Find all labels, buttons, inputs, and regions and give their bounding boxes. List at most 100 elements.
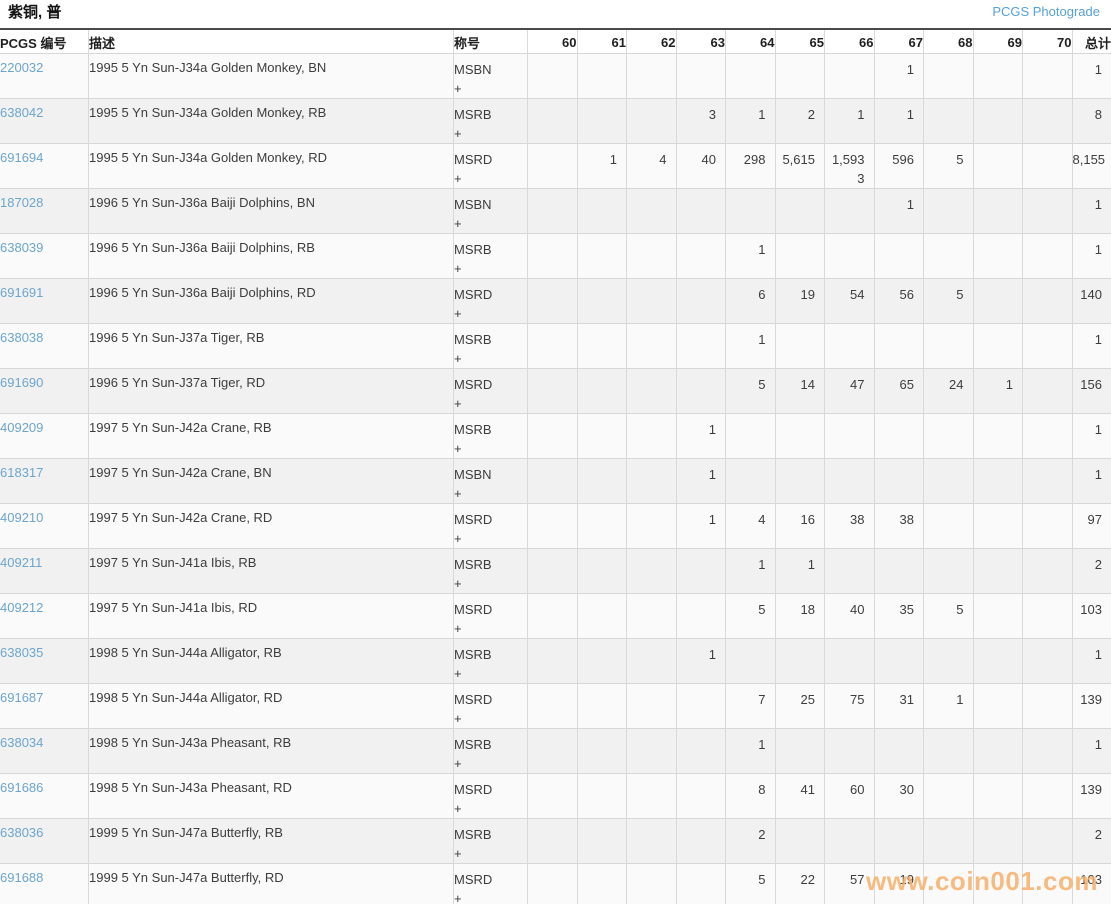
grade-63-count-cell — [676, 729, 726, 774]
designation-label: MSRD — [454, 780, 527, 799]
grade-67-count-cell — [874, 324, 924, 369]
pcgs-number-cell: 638042 — [0, 99, 89, 144]
designation-plus-label: + — [454, 394, 527, 413]
coin-description: 1998 5 Yn Sun-J44a Alligator, RD — [89, 684, 454, 729]
designation-label: MSRD — [454, 375, 527, 394]
pcgs-number-link[interactable]: 691686 — [0, 780, 43, 795]
table-row: 4092091997 5 Yn Sun-J42a Crane, RBMSRB+1… — [0, 414, 1111, 459]
grade-67-count-cell: 38 — [874, 504, 924, 549]
grade-69-count-cell — [973, 549, 1023, 594]
grade-70-count-cell — [1023, 504, 1073, 549]
total-count-cell: 2 — [1072, 549, 1111, 594]
grade-70-count-cell — [1023, 414, 1073, 459]
designation-cell: MSRB+ — [454, 414, 528, 459]
col-header-grade-61: 61 — [577, 29, 627, 54]
pcgs-number-link[interactable]: 409212 — [0, 600, 43, 615]
table-row: 4092111997 5 Yn Sun-J41a Ibis, RBMSRB+11… — [0, 549, 1111, 594]
pcgs-number-link[interactable]: 638039 — [0, 240, 43, 255]
grade-65-count-cell: 41 — [775, 774, 825, 819]
total-count-cell: 1 — [1072, 54, 1111, 99]
grade-60-count-cell — [528, 504, 578, 549]
grade-68-count-cell — [924, 639, 974, 684]
pcgs-number-cell: 638035 — [0, 639, 89, 684]
grade-62-count-cell — [627, 369, 677, 414]
coin-description: 1999 5 Yn Sun-J47a Butterfly, RD — [89, 864, 454, 904]
grade-64-count-cell: 8 — [726, 774, 776, 819]
pcgs-number-link[interactable]: 220032 — [0, 60, 43, 75]
grade-66-count-cell: 54 — [825, 279, 875, 324]
total-count-cell: 2 — [1072, 819, 1111, 864]
grade-65-count-cell: 2 — [775, 99, 825, 144]
grade-64-count-cell: 4 — [726, 504, 776, 549]
table-row: 4092121997 5 Yn Sun-J41a Ibis, RDMSRD+51… — [0, 594, 1111, 639]
designation-plus-label: + — [454, 799, 527, 818]
grade-60-count-cell — [528, 54, 578, 99]
pcgs-number-link[interactable]: 409210 — [0, 510, 43, 525]
grade-65-count-cell: 14 — [775, 369, 825, 414]
grade-66-count-cell — [825, 324, 875, 369]
grade-70-count-cell — [1023, 864, 1073, 904]
grade-63-count-cell: 40 — [676, 144, 726, 189]
grade-63-count-cell: 1 — [676, 459, 726, 504]
grade-65-count-cell: 25 — [775, 684, 825, 729]
table-row: 6916861998 5 Yn Sun-J43a Pheasant, RDMSR… — [0, 774, 1111, 819]
col-header-description: 描述 — [89, 29, 454, 54]
total-count-cell: 1 — [1072, 459, 1111, 504]
pcgs-number-cell: 638039 — [0, 234, 89, 279]
pcgs-number-link[interactable]: 187028 — [0, 195, 43, 210]
pcgs-number-cell: 638034 — [0, 729, 89, 774]
table-header-row: PCGS 编号描述称号6061626364656667686970总计 — [0, 29, 1111, 54]
grade-68-count-cell: 1 — [924, 684, 974, 729]
total-count-cell: 97 — [1072, 504, 1111, 549]
grade-65-count-cell — [775, 324, 825, 369]
col-header-grade-70: 70 — [1023, 29, 1073, 54]
grade-64-count-cell — [726, 639, 776, 684]
grade-61-count-cell — [577, 189, 627, 234]
designation-plus-label: + — [454, 709, 527, 728]
grade-61-count-cell — [577, 549, 627, 594]
grade-65-count-cell: 22 — [775, 864, 825, 904]
pcgs-number-link[interactable]: 638038 — [0, 330, 43, 345]
grade-67-count-cell: 56 — [874, 279, 924, 324]
grade-65-count-cell — [775, 414, 825, 459]
grade-68-count-cell: 5 — [924, 594, 974, 639]
grade-67-count-cell — [874, 414, 924, 459]
grade-69-count-cell — [973, 459, 1023, 504]
grade-66-count-cell — [825, 729, 875, 774]
pcgs-number-link[interactable]: 691691 — [0, 285, 43, 300]
photograde-link[interactable]: PCGS Photograde — [992, 4, 1100, 19]
designation-label: MSRB — [454, 645, 527, 664]
grade-61-count-cell — [577, 639, 627, 684]
grade-67-count-cell: 31 — [874, 684, 924, 729]
grade-69-count-cell — [973, 639, 1023, 684]
pcgs-number-link[interactable]: 618317 — [0, 465, 43, 480]
coin-description: 1997 5 Yn Sun-J42a Crane, RD — [89, 504, 454, 549]
designation-cell: MSRB+ — [454, 639, 528, 684]
grade-61-count-cell — [577, 819, 627, 864]
total-count-cell: 156 — [1072, 369, 1111, 414]
pcgs-number-link[interactable]: 409211 — [0, 555, 42, 570]
grade-64-count-cell: 6 — [726, 279, 776, 324]
pcgs-number-link[interactable]: 691690 — [0, 375, 43, 390]
grade-67-count-cell: 1 — [874, 99, 924, 144]
pcgs-number-link[interactable]: 691694 — [0, 150, 43, 165]
grade-66-count-cell — [825, 54, 875, 99]
grade-69-count-cell — [973, 684, 1023, 729]
designation-cell: MSBN+ — [454, 189, 528, 234]
grade-66-count-cell — [825, 459, 875, 504]
grade-69-count-cell — [973, 324, 1023, 369]
table-body: 2200321995 5 Yn Sun-J34a Golden Monkey, … — [0, 54, 1111, 904]
col-header-grade-60: 60 — [528, 29, 578, 54]
table-row: 1870281996 5 Yn Sun-J36a Baiji Dolphins,… — [0, 189, 1111, 234]
coin-description: 1996 5 Yn Sun-J36a Baiji Dolphins, RB — [89, 234, 454, 279]
col-header-grade-67: 67 — [874, 29, 924, 54]
designation-label: MSRB — [454, 420, 527, 439]
pcgs-number-link[interactable]: 409209 — [0, 420, 43, 435]
pcgs-number-link[interactable]: 638035 — [0, 645, 43, 660]
pcgs-number-link[interactable]: 691687 — [0, 690, 43, 705]
pcgs-number-link[interactable]: 638036 — [0, 825, 43, 840]
pcgs-number-link[interactable]: 691688 — [0, 870, 43, 885]
pcgs-number-link[interactable]: 638034 — [0, 735, 43, 750]
designation-cell: MSRB+ — [454, 234, 528, 279]
pcgs-number-link[interactable]: 638042 — [0, 105, 43, 120]
